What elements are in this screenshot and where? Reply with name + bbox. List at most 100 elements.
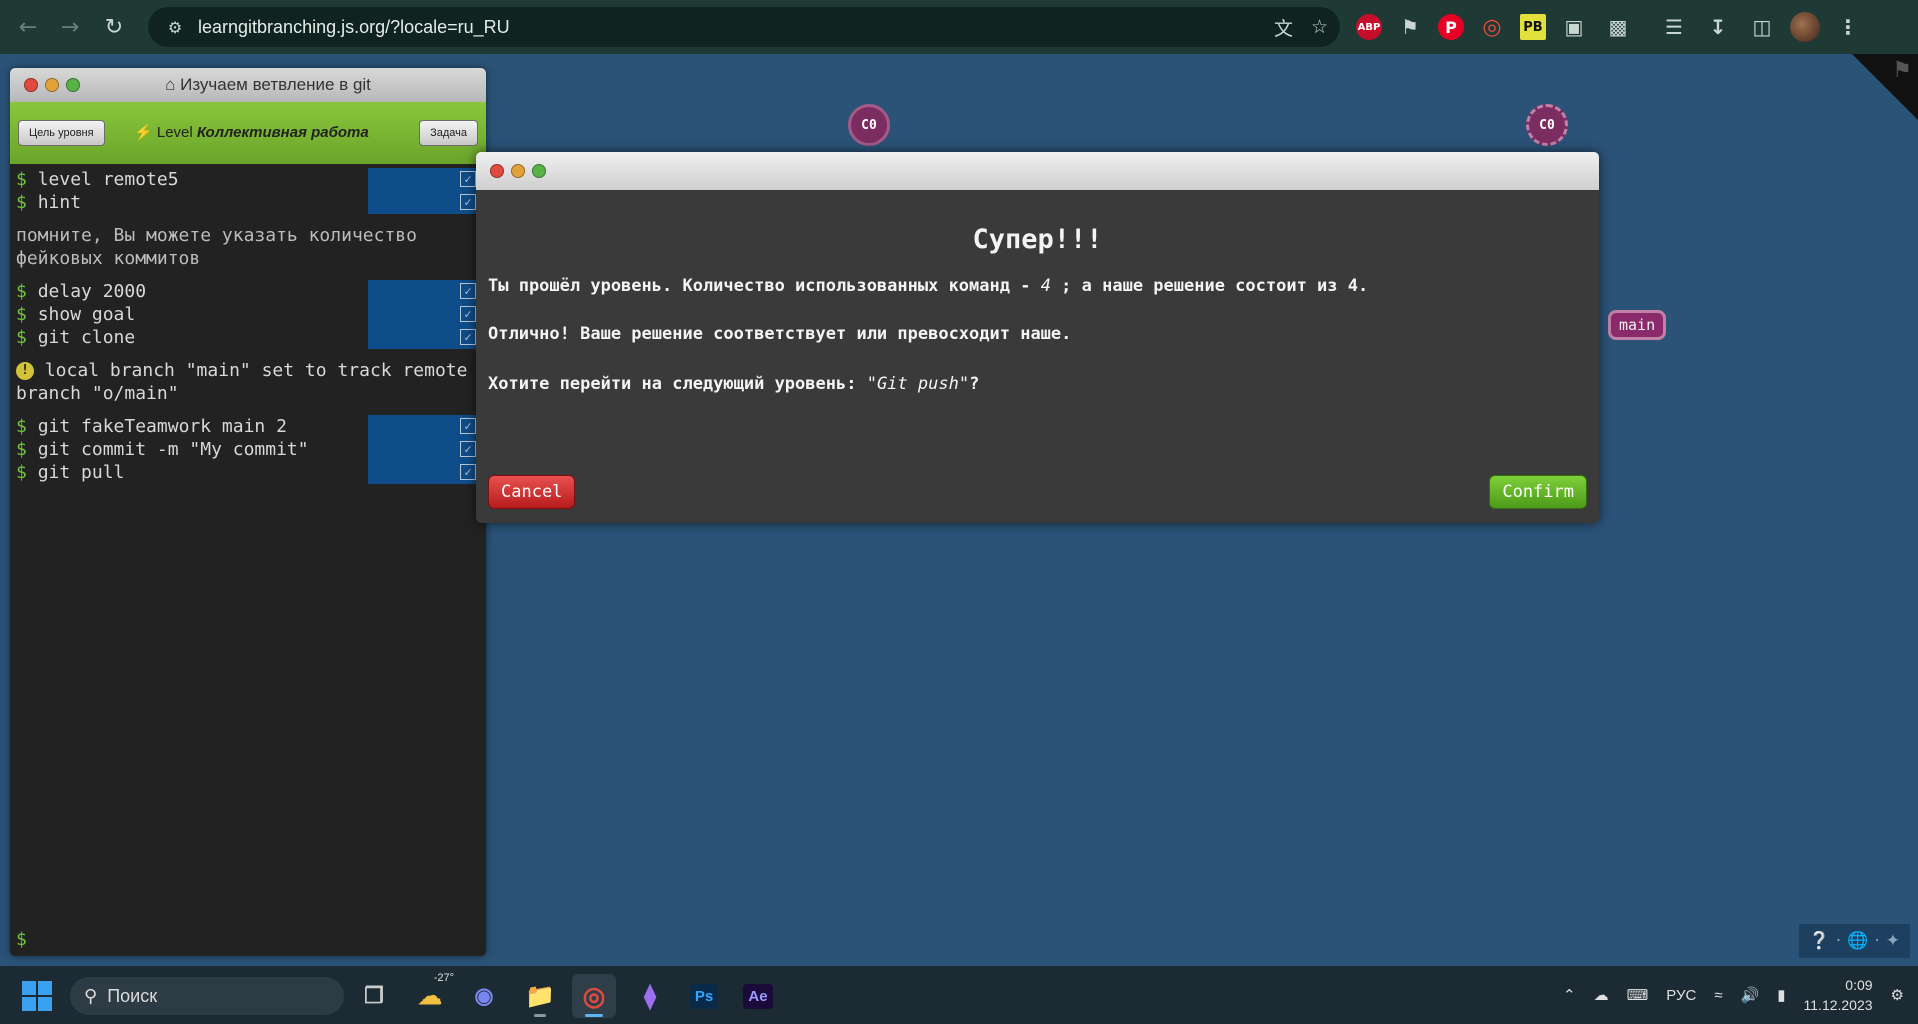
close-dot[interactable] [490,164,504,178]
windows-taskbar: ⚲ Поиск ❐ ☁ -27° ◉ 📁 ◎ ⧫ Ps Ae ⌃ ☁ ⌨ РУС … [0,966,1918,1024]
battery-icon[interactable]: ▮ [1777,986,1785,1004]
checkbox-checked-icon: ✓ [460,306,476,322]
weather-icon[interactable]: ☁ -27° [408,972,454,1018]
checkbox-checked-icon: ✓ [460,418,476,434]
extensions-puzzle-icon[interactable]: ▩ [1602,11,1634,43]
adblock-plus-icon[interactable]: ABP [1356,14,1382,40]
url-text[interactable]: learngitbranching.js.org/?locale=ru_RU [198,17,510,38]
chrome-icon[interactable]: ◎ [572,974,616,1018]
checkbox-checked-icon: ✓ [460,329,476,345]
level-name: Коллективная работа [196,124,369,141]
extension-flag-icon[interactable]: ⚑ [1394,11,1426,43]
checkbox-checked-icon: ✓ [460,441,476,457]
command-line: $ delay 2000 ✓ [16,280,480,303]
photoshop-icon[interactable]: Ps [682,974,726,1018]
downloads-icon[interactable]: ↧ [1702,11,1734,43]
task-view-icon[interactable]: ❐ [352,974,396,1018]
praise-line: Отлично! Ваше решение соответствует или … [488,324,1072,344]
globe-icon[interactable]: 🌐 [1847,931,1868,951]
command-line: $ level remote5 ✓ [16,168,480,191]
warning-icon: ! [16,362,34,380]
level-toolbar: Цель уровня ⚡ Level Коллективная работа … [10,102,486,164]
command-line: $ git pull ✓ [16,461,480,484]
dialog-heading: Супер!!! [972,224,1103,255]
github-icon[interactable]: ⚑ [1892,58,1912,83]
dialog-titlebar [476,152,1599,190]
level-label: ⚡ Level Коллективная работа [134,124,369,141]
checkbox-checked-icon: ✓ [460,283,476,299]
taskbar-search[interactable]: ⚲ Поиск [70,977,344,1015]
command-line: $ git commit -m "My commit" ✓ [16,438,480,461]
pinterest-icon[interactable]: P [1438,14,1464,40]
separator-dot: · [1874,931,1880,951]
command-line: $ git fakeTeamwork main 2 ✓ [16,415,480,438]
profile-avatar[interactable] [1790,12,1820,42]
menu-kebab-icon[interactable]: ⋮ [1832,11,1864,43]
media-controls-icon[interactable]: ☰ [1658,11,1690,43]
language-indicator[interactable]: РУС [1666,987,1696,1004]
panel-title: ⌂ Изучаем ветвление в git [165,75,371,94]
forward-icon[interactable]: → [50,7,90,47]
help-icon[interactable]: ❔ [1809,931,1830,951]
minimize-dot[interactable] [511,164,525,178]
level-complete-dialog: Супер!!! Ты прошёл уровень. Количество и… [476,152,1599,523]
windows-start-icon[interactable] [22,981,52,1011]
system-tray: ⌃ ☁ ⌨ РУС ≈ 🔊 ▮ 0:09 11.12.2023 ⚙ [1563,966,1918,1024]
discord-icon[interactable]: ◉ [462,974,506,1018]
site-info-icon[interactable]: ⚙ [158,18,192,37]
maximize-dot[interactable] [532,164,546,178]
target-extension-icon[interactable]: ◎ [1476,11,1508,43]
cancel-button[interactable]: Cancel [488,475,576,509]
extensions-bar: ABP ⚑ P ◎ PB ▣ ▩ ☰ ↧ ◫ ⋮ [1356,7,1864,47]
twitter-icon[interactable]: ✦ [1886,931,1900,951]
after-effects-icon[interactable]: Ae [736,974,780,1018]
bookmark-star-icon[interactable]: ☆ [1311,16,1328,38]
confirm-button[interactable]: Confirm [1489,475,1587,509]
separator-dot: · [1835,931,1842,951]
reload-icon[interactable]: ↻ [94,7,134,47]
settings-gear-icon[interactable]: ⚙ [1891,986,1904,1004]
translate-icon[interactable]: 文 [1274,14,1293,41]
commit-node-c0-remote: C0 [1526,104,1568,146]
branch-label-main: main [1608,310,1667,340]
command-group: $ git fakeTeamwork main 2 ✓ $ git commit … [16,415,480,484]
help-toolbar: ❔ · 🌐 · ✦ [1798,924,1910,958]
file-explorer-icon[interactable]: 📁 [518,974,562,1018]
tracking-note: ! local branch "main" set to track remot… [16,360,468,404]
result-line: Ты прошёл уровень. Количество использова… [488,276,1369,296]
commit-node-c0-local: C0 [848,104,890,146]
task-button[interactable]: Задача [419,120,478,146]
volume-icon[interactable]: 🔊 [1741,986,1760,1004]
side-panel-icon[interactable]: ◫ [1746,11,1778,43]
chevron-up-icon[interactable]: ⌃ [1563,986,1576,1004]
visual-studio-icon[interactable]: ⧫ [628,974,672,1018]
command-input-prompt[interactable]: $ [16,929,27,950]
command-group: $ level remote5 ✓ $ hint ✓ [16,168,480,214]
lightning-icon: ⚡ [134,124,153,141]
checkbox-checked-icon: ✓ [460,464,476,480]
goal-button[interactable]: Цель уровня [18,120,105,146]
command-panel: ⌂ Изучаем ветвление в git Цель уровня ⚡ … [10,68,486,956]
command-line: $ hint ✓ [16,191,480,214]
pb-extension-icon[interactable]: PB [1520,14,1546,40]
clock[interactable]: 0:09 11.12.2023 [1804,975,1873,1015]
screen-capture-icon[interactable]: ▣ [1558,11,1590,43]
command-line: $ show goal ✓ [16,303,480,326]
search-icon: ⚲ [84,985,98,1007]
hint-note: помните, Вы можете указать количество фе… [16,225,417,269]
next-level-question: Хотите перейти на следующий уровень: "Gi… [488,374,980,394]
wifi-icon[interactable]: ≈ [1714,987,1722,1004]
checkbox-checked-icon: ✓ [460,194,476,210]
address-bar[interactable]: ⚙ learngitbranching.js.org/?locale=ru_RU… [148,7,1340,47]
dialog-body: Супер!!! Ты прошёл уровень. Количество и… [476,190,1599,523]
onedrive-icon[interactable]: ☁ [1594,986,1609,1004]
terminal-output: $ level remote5 ✓ $ hint ✓ помните, Вы мож… [10,164,486,488]
command-group: $ delay 2000 ✓ $ show goal ✓ $ git clone ✓ [16,280,480,349]
command-line: $ git clone ✓ [16,326,480,349]
browser-toolbar: ← → ↻ ⚙ learngitbranching.js.org/?locale… [0,0,1918,54]
home-icon: ⌂ [165,75,181,94]
back-icon[interactable]: ← [8,7,48,47]
checkbox-checked-icon: ✓ [460,171,476,187]
panel-titlebar: ⌂ Изучаем ветвление в git [10,68,486,102]
keyboard-icon[interactable]: ⌨ [1627,986,1649,1004]
